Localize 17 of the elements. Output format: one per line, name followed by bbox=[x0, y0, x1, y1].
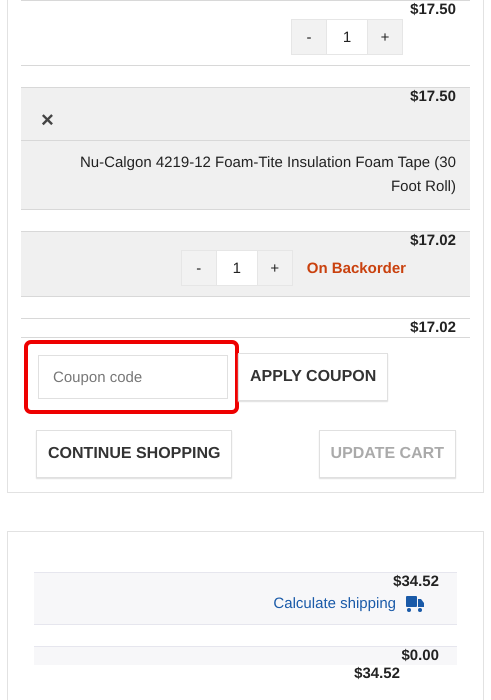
truck-icon bbox=[406, 596, 424, 612]
product-name: Nu-Calgon 4219-12 Foam-Tite Insulation Foam Tape (30 Foot Roll) bbox=[78, 153, 456, 197]
total-amount: $34.52 bbox=[354, 665, 400, 682]
calculate-shipping-link[interactable]: Calculate shipping bbox=[273, 595, 396, 612]
price: $17.02 bbox=[410, 232, 456, 250]
coupon-field[interactable]: Coupon code bbox=[38, 355, 228, 399]
price: $17.50 bbox=[410, 1, 456, 19]
price: $17.02 bbox=[410, 319, 456, 337]
quantity-field[interactable]: 1 bbox=[326, 20, 368, 54]
quantity-field[interactable]: 1 bbox=[216, 251, 258, 285]
cart-button[interactable]: CONTINUE SHOPPING bbox=[36, 430, 232, 478]
tax-amount: $0.00 bbox=[401, 647, 439, 665]
remove-button[interactable]: × bbox=[41, 110, 54, 130]
subtotal-amount: $34.52 bbox=[393, 573, 439, 591]
price: $17.50 bbox=[410, 88, 456, 106]
apply-coupon-button[interactable]: APPLY COUPON bbox=[238, 353, 388, 401]
stock-status: On Backorder bbox=[306, 260, 406, 276]
